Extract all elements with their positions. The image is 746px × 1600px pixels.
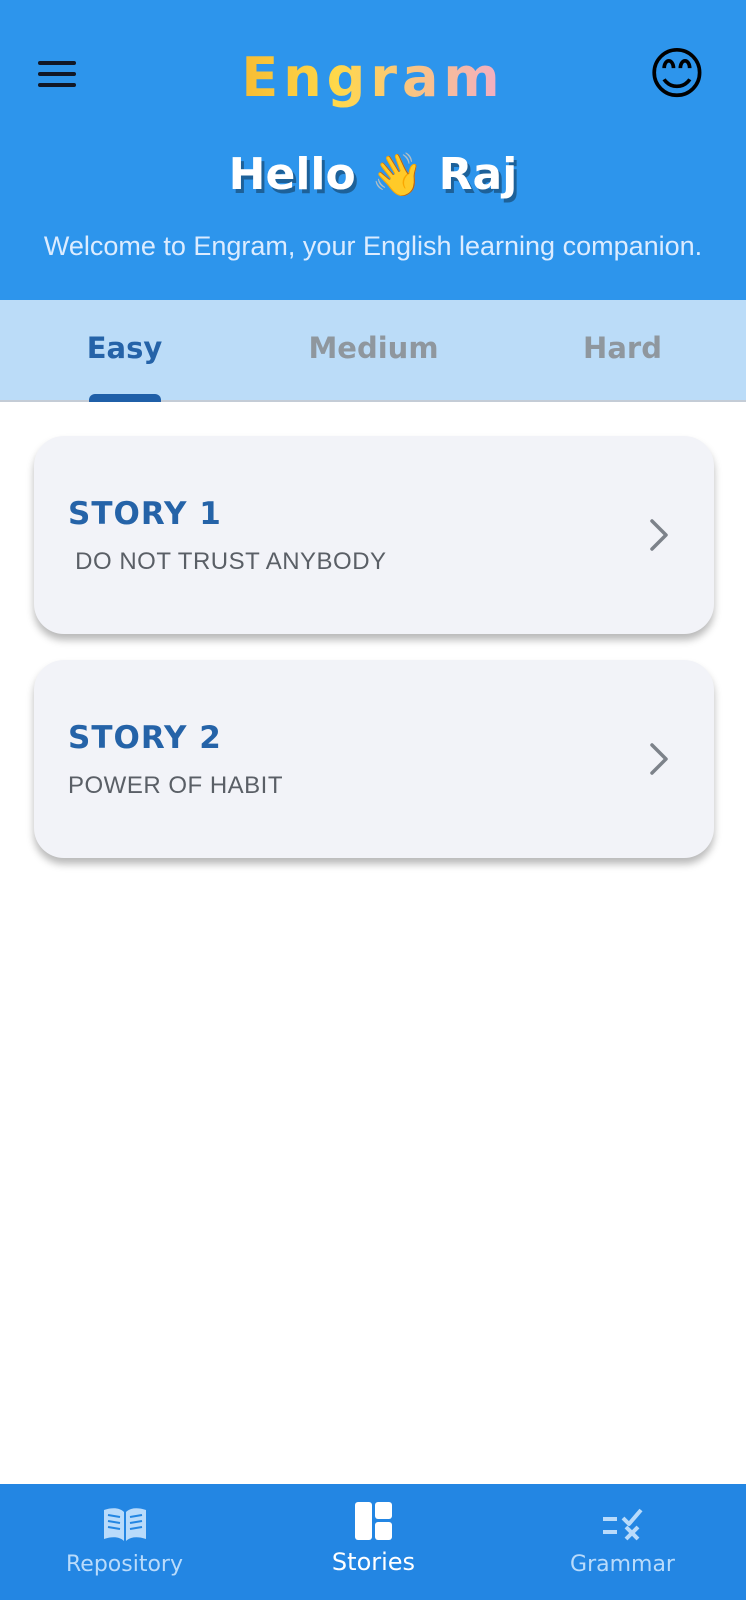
nav-repository[interactable]: Repository <box>0 1484 249 1600</box>
dashboard-icon <box>354 1502 392 1540</box>
nav-grammar[interactable]: Grammar <box>498 1484 746 1600</box>
bottom-navigation: Repository Stories Grammar <box>0 1484 746 1600</box>
story-title: STORY 1 <box>68 496 222 532</box>
welcome-text: Welcome to Engram, your English learning… <box>43 231 703 261</box>
story-title: STORY 2 <box>68 720 222 756</box>
rule-icon <box>602 1508 643 1541</box>
nav-stories[interactable]: Stories <box>249 1484 498 1600</box>
difficulty-tabs: Easy Medium Hard <box>0 300 746 402</box>
nav-label: Repository <box>66 1552 183 1577</box>
story-subtitle: POWER OF HABIT <box>68 772 284 799</box>
story-card-2[interactable]: STORY 2 POWER OF HABIT <box>34 660 714 858</box>
avatar[interactable]: 😊 <box>644 42 710 108</box>
greeting: Hello 👋 Raj <box>0 140 746 210</box>
nav-label: Stories <box>331 1548 416 1576</box>
app-header: Engram 😊 Hello 👋 Raj Welcome to Engram, … <box>0 0 746 300</box>
tab-medium[interactable]: Medium <box>249 300 498 400</box>
chevron-right-icon <box>650 519 668 551</box>
tab-easy[interactable]: Easy <box>0 300 249 400</box>
tab-hard[interactable]: Hard <box>498 300 746 400</box>
greeting-name: Raj <box>438 149 518 200</box>
greeting-prefix: Hello <box>228 149 356 200</box>
book-icon <box>103 1508 146 1541</box>
waving-hand-icon: 👋 <box>371 150 424 199</box>
chevron-right-icon <box>650 743 668 775</box>
story-subtitle: DO NOT TRUST ANYBODY <box>68 548 387 575</box>
app-title: Engram <box>0 38 746 118</box>
story-card-1[interactable]: STORY 1 DO NOT TRUST ANYBODY <box>34 436 714 634</box>
nav-label: Grammar <box>570 1552 675 1577</box>
tab-indicator <box>89 394 161 402</box>
